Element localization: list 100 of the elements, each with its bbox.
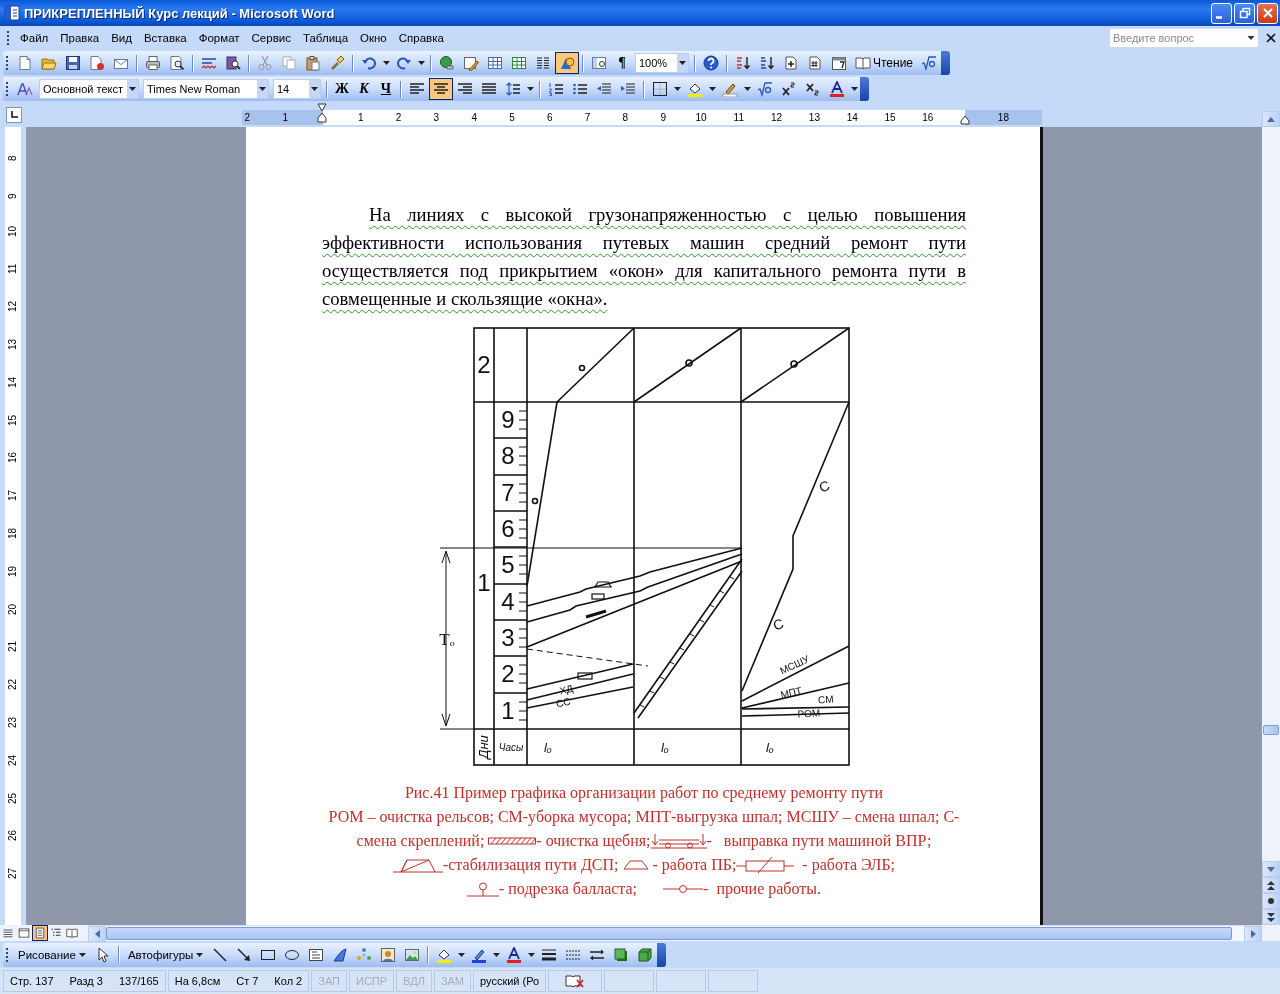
bold-button[interactable]: Ж — [331, 78, 353, 100]
hour-label: 6 — [501, 515, 515, 542]
ruler-number: 26 — [7, 829, 19, 842]
section-label: lₒ — [544, 740, 552, 755]
ruler-number: 15 — [884, 111, 896, 124]
menu-item[interactable]: Правка — [54, 30, 106, 46]
legend-text: РОМ – очистка рельсов; СМ-уборка мусора; МПТ-выгрузка шпал; МСШУ – смена шпал; С- — [328, 807, 960, 828]
ruler-number: 8 — [622, 111, 629, 124]
menu-item[interactable]: Файл — [14, 30, 55, 46]
ruler-number: 8 — [7, 154, 19, 161]
ruler-number: 18 — [7, 526, 19, 539]
ruler-number: 10 — [695, 111, 707, 124]
status-text: ЗАМ — [440, 975, 465, 987]
toolbar-menu-button[interactable]: Рисование — [13, 948, 91, 961]
legend-text: - выправка пути машиной ВПР; — [706, 831, 932, 852]
ruler-number: 24 — [7, 753, 19, 766]
hour-label: 1 — [501, 696, 515, 724]
ruler-number: 6 — [547, 111, 553, 124]
line-label: С — [770, 615, 786, 634]
day-label: 1 — [477, 569, 491, 596]
ruler-number: 1 — [282, 111, 288, 124]
hour-label: 9 — [501, 406, 515, 433]
font-size-dropdown[interactable]: 14 — [273, 79, 321, 99]
hour-label: 8 — [501, 442, 515, 470]
ruler-number: 12 — [771, 111, 783, 124]
figure-caption: Рис.41 Пример графика организации работ по среднему ремонту пути — [403, 783, 885, 804]
ruler-number: 5 — [509, 111, 515, 124]
status-text: ЗАП — [318, 975, 340, 987]
column-heading: Часы — [498, 742, 524, 753]
ruler-number: 20 — [7, 602, 19, 615]
section-label: lₒ — [661, 740, 669, 755]
line-label: СС — [554, 695, 572, 710]
ruler-number: 9 — [7, 192, 19, 199]
menu-item[interactable]: Вставка — [137, 30, 193, 46]
legend-text: смена скреплений; — [356, 831, 486, 852]
section-label: lₒ — [766, 740, 774, 755]
line-label: С — [816, 477, 832, 496]
ruler-number: 7 — [584, 111, 591, 124]
status-text: русский (Ро — [480, 975, 540, 987]
ruler-number: 4 — [471, 111, 477, 124]
legend-text: - очистка щебня; — [536, 831, 651, 852]
legend-text: - работа ЭЛБ; — [801, 855, 896, 876]
hour-label: 5 — [501, 551, 515, 579]
status-text: Стр. 137 — [10, 975, 54, 987]
body-paragraph: На линиях с высокой грузонапряженностью с целью повышения эффективности использования путевых машин средний ремонт пути осуществляется под прикрытием «окон» для капитального ремонта пути в совмещенные и скользящие «окна». — [322, 203, 966, 311]
menu-item[interactable]: Окно — [354, 30, 393, 46]
ruler-number: 9 — [660, 111, 666, 124]
ruler-number: 14 — [846, 111, 858, 124]
ruler-number: 3 — [433, 111, 440, 124]
menu-item[interactable]: Формат — [192, 30, 246, 46]
day-label: 2 — [477, 351, 491, 378]
ruler-number: 27 — [7, 867, 19, 880]
toolbar-menu-button[interactable]: Автофигуры — [122, 948, 209, 961]
line-label: СМ — [817, 693, 834, 706]
menu-item[interactable]: Таблица — [296, 30, 355, 46]
status-text: Разд 3 — [69, 975, 103, 987]
legend-text: - прочие работы. — [703, 879, 822, 900]
ruler-number: 11 — [733, 111, 744, 124]
ruler-number: 15 — [7, 413, 19, 426]
menu-item[interactable]: Вид — [105, 30, 138, 46]
ruler-number: 14 — [7, 375, 19, 388]
ruler-number: 16 — [7, 451, 19, 464]
status-text: Ст 7 — [236, 975, 259, 987]
menu-item[interactable]: Сервис — [245, 30, 297, 46]
hour-label: 4 — [501, 587, 515, 615]
ruler-number: 19 — [7, 564, 19, 577]
italic-button[interactable]: К — [353, 78, 375, 100]
ruler-number: 18 — [997, 111, 1009, 124]
hour-label: 7 — [501, 478, 515, 506]
ruler-number: 10 — [7, 224, 19, 237]
zoom-dropdown[interactable]: 100% — [635, 53, 689, 73]
formatting-marks-button[interactable]: ¶ — [611, 52, 633, 74]
ruler-number: 2 — [395, 111, 402, 124]
status-text: ВДЛ — [403, 975, 425, 987]
duration-label: Tₒ — [439, 630, 455, 649]
line-label: ХД — [558, 682, 574, 697]
status-text: ИСПР — [356, 975, 388, 987]
status-text: Кол 2 — [274, 975, 303, 987]
ruler-number: 13 — [7, 337, 19, 350]
hour-label: 2 — [501, 660, 515, 688]
ruler-number: 2 — [244, 111, 251, 124]
reading-mode-button[interactable]: Чтение — [851, 52, 918, 74]
legend-text: -стабилизация пути ДСП; — [442, 855, 620, 876]
underline-button[interactable]: Ч — [375, 78, 397, 100]
hour-label: 3 — [501, 624, 515, 651]
help-search-field[interactable]: Введите вопрос — [1110, 29, 1244, 47]
ruler-number: 11 — [7, 263, 19, 275]
menu-item[interactable]: Справка — [392, 30, 450, 46]
column-heading: Дни — [476, 735, 491, 759]
ruler-number: 22 — [7, 678, 19, 691]
line-label: МПТ — [779, 684, 803, 701]
ruler-number: 25 — [7, 791, 19, 804]
ruler-number: 12 — [7, 300, 19, 313]
style-dropdown[interactable]: Основной текст — [39, 79, 139, 99]
window-title: ПРИКРЕПЛЕННЫЙ Курс лекций - Microsoft Word — [24, 5, 335, 21]
font-dropdown[interactable]: Times New Roman — [143, 79, 269, 99]
legend-text: - работа ПБ; — [651, 855, 737, 876]
ruler-number: 17 — [7, 489, 19, 502]
ruler-number: 13 — [808, 111, 820, 124]
ruler-number: 21 — [7, 640, 19, 653]
